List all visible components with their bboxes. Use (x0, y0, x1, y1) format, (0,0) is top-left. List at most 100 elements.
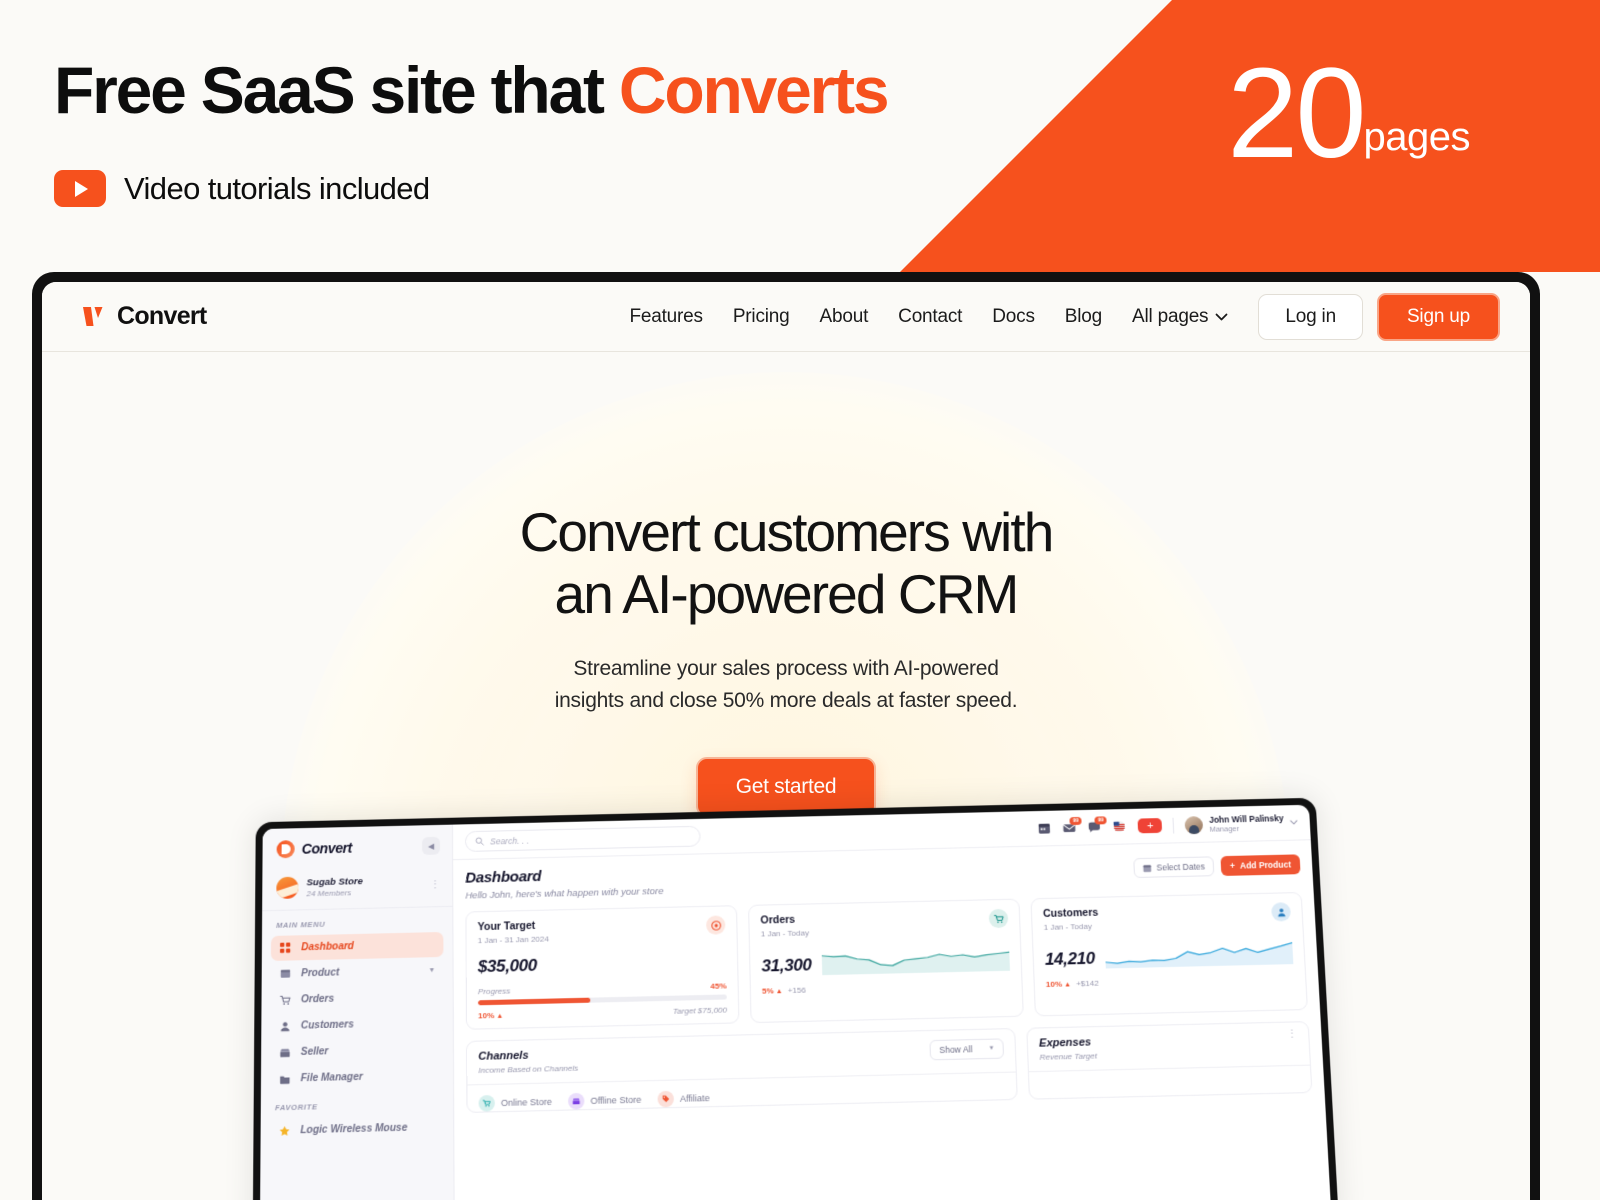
store-avatar (276, 876, 299, 899)
sidebar-item-product[interactable]: Product ▼ (271, 958, 444, 987)
channel-affiliate: Affiliate (657, 1090, 710, 1108)
sidebar-item-dashboard-label: Dashboard (301, 941, 354, 954)
stat-card-delta: 5% ▲ (762, 986, 783, 996)
dashboard-lower-panels: Channels Income Based on Channels Show A… (466, 1021, 1313, 1113)
site-viewport: Convert Features Pricing About Contact D… (42, 282, 1530, 1200)
progress-label: Progress (477, 986, 511, 997)
channels-panel: Channels Income Based on Channels Show A… (466, 1027, 1018, 1113)
nav-link-all-pages[interactable]: All pages (1132, 306, 1228, 328)
dashboard-search-input[interactable]: Search. . . (465, 825, 701, 852)
site-nav-links: Features Pricing About Contact Docs Blog… (629, 306, 1228, 328)
hero-subtitle-line1: Streamline your sales process with AI-po… (573, 657, 999, 681)
pages-count-label: pages (1363, 114, 1471, 159)
dashboard-mockup-device: Convert ◀ Sugab Store 24 Members ⋮ MAIN … (252, 797, 1340, 1200)
dashboard-stat-cards: Your Target 1 Jan - 31 Jan 2024 $35,000 … (465, 892, 1308, 1030)
dashboard-store-switcher[interactable]: Sugab Store 24 Members ⋮ (262, 864, 453, 912)
stat-card-note: +$142 (1075, 978, 1099, 989)
stat-card-title: Customers (1042, 906, 1099, 920)
nav-link-docs[interactable]: Docs (992, 306, 1035, 328)
cart-icon (478, 1094, 495, 1112)
calendar-icon[interactable] (1038, 821, 1053, 835)
nav-link-features[interactable]: Features (629, 306, 703, 328)
dashboard-content: Dashboard Hello John, here's what happen… (453, 840, 1332, 1200)
store-menu-kebab-icon[interactable]: ⋮ (430, 879, 440, 890)
sidebar-item-orders[interactable]: Orders (271, 984, 444, 1013)
user-icon (279, 1020, 292, 1033)
dashboard-logo[interactable]: Convert ◀ (262, 825, 452, 869)
signup-button[interactable]: Sign up (1376, 292, 1500, 341)
dashboard-mockup-stage: Convert ◀ Sugab Store 24 Members ⋮ MAIN … (252, 797, 1340, 1200)
sidebar-item-dashboard[interactable]: Dashboard (270, 931, 444, 961)
sidebar-collapse-button[interactable]: ◀ (421, 836, 441, 855)
chevron-down-icon[interactable]: ▼ (428, 967, 435, 974)
channel-online-store: Online Store (478, 1094, 552, 1112)
sidebar-item-seller[interactable]: Seller (270, 1036, 444, 1065)
channel-online-store-label: Online Store (500, 1096, 552, 1109)
store-icon (278, 1046, 291, 1059)
stat-card-footer: 5% ▲ +156 (762, 981, 1011, 996)
dashboard-user-menu[interactable]: John Will Palinsky Manager (1184, 813, 1299, 834)
nav-link-pricing[interactable]: Pricing (733, 306, 790, 328)
nav-link-all-pages-label: All pages (1132, 305, 1209, 327)
flag-us-icon[interactable] (1113, 819, 1128, 833)
sidebar-item-product-label: Product (301, 967, 340, 980)
dashboard-greeting: Hello John, here's what happen with your… (465, 886, 664, 902)
trend-up-icon: ▲ (773, 988, 783, 996)
mail-badge: 99 (1069, 816, 1082, 826)
dashboard-header-actions: Select Dates + Add Product (1133, 850, 1301, 879)
promo-subtitle-row: Video tutorials included (54, 170, 430, 207)
login-button[interactable]: Log in (1258, 293, 1363, 340)
chat-icon[interactable]: 99 (1088, 815, 1107, 834)
stat-card-value-row: 31,300 (761, 945, 1010, 977)
sidebar-item-favorite-mouse[interactable]: Logic Wireless Mouse (270, 1115, 444, 1145)
stat-card-header: Orders 1 Jan - Today (760, 908, 1009, 939)
shop-icon (568, 1092, 585, 1110)
kebab-icon[interactable]: ⋮ (1287, 1028, 1298, 1039)
stat-card-value: $35,000 (477, 955, 538, 977)
select-dates-button[interactable]: Select Dates (1133, 856, 1215, 879)
channels-filter-select[interactable]: Show All ▼ (929, 1038, 1005, 1061)
convert-v-logo-icon (83, 306, 103, 326)
store-name: Sugab Store (306, 875, 363, 888)
pages-count-number: 20 (1227, 42, 1366, 185)
hero-content: Convert customers with an AI-powered CRM… (42, 352, 1530, 817)
nav-link-about[interactable]: About (820, 306, 869, 328)
channel-offline-store-label: Offline Store (590, 1094, 642, 1106)
hero-section: Convert customers with an AI-powered CRM… (42, 352, 1530, 1200)
stat-card-header: Customers 1 Jan - Today (1042, 902, 1292, 932)
browser-frame: Convert Features Pricing About Contact D… (32, 272, 1540, 1200)
sidebar-item-file-manager-label: File Manager (300, 1071, 363, 1085)
sidebar-item-customers[interactable]: Customers (270, 1010, 443, 1039)
avatar (1184, 815, 1204, 834)
stat-card-delta-value: 10% (478, 1010, 495, 1021)
cart-icon (988, 908, 1009, 929)
plus-icon: + (1229, 860, 1236, 871)
chevron-down-icon (1215, 313, 1228, 320)
chat-badge: 99 (1094, 815, 1107, 825)
promo-subtitle: Video tutorials included (124, 170, 430, 206)
box-icon (279, 967, 292, 980)
stat-card-value-row: 14,210 (1044, 938, 1294, 970)
mail-icon[interactable]: 99 (1063, 816, 1082, 834)
stat-card-delta-value: 10% (1045, 979, 1063, 989)
sidebar-item-file-manager[interactable]: File Manager (270, 1063, 444, 1092)
sidebar-item-orders-label: Orders (300, 993, 335, 1006)
expenses-panel-header: Expenses Revenue Target ⋮ (1027, 1022, 1310, 1073)
select-dates-label: Select Dates (1156, 861, 1206, 873)
add-product-button[interactable]: + Add Product (1220, 854, 1301, 876)
chevron-down-icon (1289, 819, 1297, 824)
add-quick-button[interactable]: + (1137, 818, 1163, 834)
stat-card-title: Orders (760, 913, 796, 927)
sidebar-favorite-label: FAVORITE (275, 1102, 318, 1113)
stat-card-note: +156 (787, 985, 807, 996)
dashboard-main: Search. . . 99 99 + John Will Palinsky M… (452, 804, 1332, 1200)
dashboard-app: Convert ◀ Sugab Store 24 Members ⋮ MAIN … (259, 804, 1333, 1200)
trend-up-icon: ▲ (1061, 981, 1072, 989)
site-nav-actions: Log in Sign up (1258, 292, 1500, 341)
dashboard-topbar-icons: 99 99 + John Will Palinsky Manager (1038, 813, 1298, 838)
progress-percent: 45% (710, 981, 727, 991)
nav-link-blog[interactable]: Blog (1065, 306, 1102, 328)
site-logo[interactable]: Convert (80, 302, 207, 331)
hero-title-line2: an AI-powered CRM (554, 562, 1020, 625)
nav-link-contact[interactable]: Contact (898, 306, 962, 328)
